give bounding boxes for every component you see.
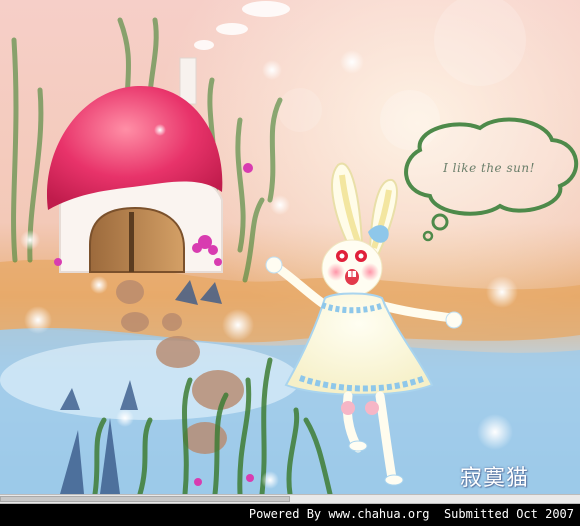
artist-signature: 寂寞猫 bbox=[460, 466, 530, 491]
smoke-puff bbox=[194, 40, 214, 50]
smoke-puff bbox=[216, 23, 248, 35]
thought-bubble-text: I like the sun! bbox=[443, 161, 535, 175]
door-split bbox=[129, 212, 134, 272]
water-light bbox=[0, 340, 300, 420]
footer-credit: Powered By www.chahua.org Submitted Oct … bbox=[248, 507, 574, 521]
horizontal-scrollbar[interactable] bbox=[0, 494, 580, 504]
chimney bbox=[179, 57, 197, 105]
bunny-mouth bbox=[345, 269, 359, 285]
smoke-puff bbox=[242, 1, 290, 17]
scrollbar-thumb[interactable] bbox=[0, 496, 290, 502]
footer-bar: Powered By www.chahua.org Submitted Oct … bbox=[0, 504, 580, 526]
illustration bbox=[0, 0, 580, 494]
house-door bbox=[89, 206, 185, 273]
bokeh-circle bbox=[278, 88, 322, 132]
